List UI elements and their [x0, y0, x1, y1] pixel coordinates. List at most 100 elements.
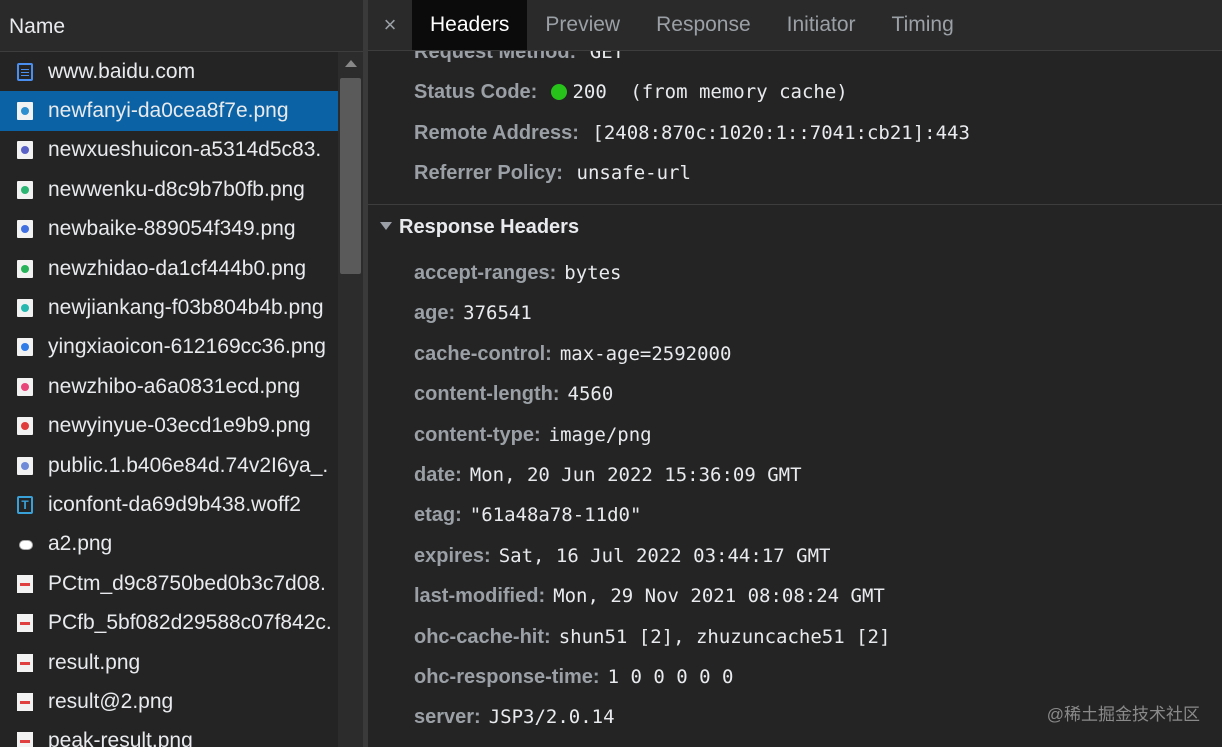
expand-triangle-icon[interactable]	[380, 222, 392, 230]
watermark: @稀土掘金技术社区	[1046, 705, 1200, 724]
request-list-item[interactable]: a2.png	[0, 525, 338, 564]
request-name: newzhidao-da1cf444b0.png	[48, 256, 307, 280]
request-list-item[interactable]: PCtm_d9c8750bed0b3c7d08.	[0, 564, 338, 603]
request-name: newjiankang-f03b804b4b.png	[48, 296, 324, 320]
request-name: newfanyi-da0cea8f7e.png	[48, 99, 289, 123]
image-icon	[17, 692, 33, 711]
header-key: accept-ranges:	[414, 262, 557, 284]
header-value: "61a48a78-11d0"	[469, 504, 642, 527]
request-list-item[interactable]: www.baidu.com	[0, 52, 338, 91]
request-list-item[interactable]: newxueshuicon-a5314d5c83.	[0, 131, 338, 170]
request-name: newbaike-889054f349.png	[48, 217, 296, 241]
response-header-row: age: 376541	[414, 302, 532, 325]
image-icon	[17, 141, 33, 160]
status-code-note: (from memory cache)	[630, 81, 848, 103]
scroll-up-arrow-icon[interactable]	[345, 60, 357, 67]
cloud-image-icon	[17, 535, 33, 553]
details-tab-bar: × Headers Preview Response Initiator Tim…	[368, 0, 1222, 51]
image-icon	[17, 417, 33, 436]
response-headers-title: Response Headers	[399, 216, 580, 238]
header-key: etag:	[414, 504, 462, 527]
image-icon	[17, 377, 33, 396]
response-header-row: ohc-response-time: 1 0 0 0 0 0	[414, 666, 733, 689]
request-name: newxueshuicon-a5314d5c83.	[48, 138, 322, 162]
request-details-panel: × Headers Preview Response Initiator Tim…	[368, 0, 1222, 747]
image-icon	[17, 574, 33, 593]
request-name: peak-result.png	[48, 729, 193, 747]
font-icon: T	[17, 495, 33, 514]
response-header-row: accept-ranges: bytes	[414, 262, 621, 285]
header-key: Status Code:	[414, 81, 538, 103]
header-key: date:	[414, 464, 462, 486]
close-icon[interactable]: ×	[368, 0, 412, 50]
image-icon	[17, 220, 33, 239]
header-value: GET	[589, 51, 625, 63]
request-name: newwenku-d8c9b7b0fb.png	[48, 177, 305, 201]
request-name: newyinyue-03ecd1e9b9.png	[48, 414, 311, 438]
header-key: age:	[414, 302, 456, 325]
request-name: result@2.png	[48, 689, 174, 713]
tab-response[interactable]: Response	[638, 0, 769, 50]
request-list: www.baidu.com newfanyi-da0cea8f7e.png newx…	[0, 52, 338, 747]
request-list-item[interactable]: newjiankang-f03b804b4b.png	[0, 288, 338, 327]
header-value: Sat, 16 Jul 2022 03:44:17 GMT	[498, 544, 831, 567]
request-list-item[interactable]: newyinyue-03ecd1e9b9.png	[0, 407, 338, 446]
scrollbar-thumb[interactable]	[340, 78, 361, 274]
tab-headers[interactable]: Headers	[412, 0, 528, 50]
request-list-item[interactable]: result@2.png	[0, 682, 338, 721]
request-list-scrollbar[interactable]	[338, 52, 363, 747]
response-headers-section-toggle[interactable]: Response Headers	[380, 216, 579, 239]
request-list-item[interactable]: public.1.b406e84d.74v2I6ya_.	[0, 446, 338, 485]
request-list-item[interactable]: peak-result.png	[0, 722, 338, 747]
response-header-row: content-type: image/png	[414, 424, 652, 447]
image-icon	[17, 259, 33, 278]
header-key: content-type:	[414, 423, 541, 446]
response-header-row: ohc-cache-hit: shun51 [2], zhuzuncache51 …	[414, 626, 890, 649]
header-key: content-length:	[414, 383, 560, 406]
request-list-item[interactable]: PCfb_5bf082d29588c07f842c.	[0, 603, 338, 642]
header-value: Mon, 20 Jun 2022 15:36:09 GMT	[469, 464, 802, 486]
name-column-header[interactable]: Name	[0, 0, 363, 52]
tab-timing[interactable]: Timing	[874, 0, 972, 50]
request-name: result.png	[48, 650, 141, 674]
header-key: cache-control:	[414, 342, 552, 365]
tab-initiator[interactable]: Initiator	[769, 0, 874, 50]
image-icon	[17, 653, 33, 672]
status-code-value: 200	[572, 81, 607, 103]
request-list-item[interactable]: result.png	[0, 643, 338, 682]
image-icon	[17, 102, 33, 121]
referrer-policy-row: Referrer Policy: unsafe-url	[414, 162, 691, 185]
request-list-item[interactable]: newbaike-889054f349.png	[0, 210, 338, 249]
response-header-row: expires: Sat, 16 Jul 2022 03:44:17 GMT	[414, 545, 830, 568]
image-icon	[17, 180, 33, 199]
request-name: public.1.b406e84d.74v2I6ya_.	[48, 453, 329, 477]
request-list-item[interactable]: newwenku-d8c9b7b0fb.png	[0, 170, 338, 209]
image-icon	[17, 456, 33, 475]
image-icon	[17, 338, 33, 357]
header-key: Referrer Policy:	[414, 162, 563, 184]
request-list-item[interactable]: Ticonfont-da69d9b438.woff2	[0, 485, 338, 524]
request-name: www.baidu.com	[48, 59, 196, 83]
header-value: [2408:870c:1020:1::7041:cb21]:443	[592, 122, 970, 144]
request-list-item[interactable]: newfanyi-da0cea8f7e.png	[0, 91, 338, 131]
header-value: max-age=2592000	[559, 342, 732, 365]
header-value: 1 0 0 0 0 0	[607, 666, 734, 688]
request-list-item[interactable]: newzhidao-da1cf444b0.png	[0, 249, 338, 288]
request-list-panel: Name www.baidu.com newfanyi-da0cea8f7e.pn…	[0, 0, 363, 747]
request-name: yingxiaoicon-612169cc36.png	[48, 335, 326, 359]
request-name: iconfont-da69d9b438.woff2	[48, 492, 301, 516]
response-header-row: last-modified: Mon, 29 Nov 2021 08:08:24 …	[414, 585, 885, 608]
header-value: unsafe-url	[576, 162, 691, 184]
request-name: a2.png	[48, 532, 113, 556]
header-key: ohc-response-time:	[414, 666, 600, 688]
request-list-item[interactable]: newzhibo-a6a0831ecd.png	[0, 367, 338, 406]
tab-preview[interactable]: Preview	[527, 0, 638, 50]
header-key: ohc-cache-hit:	[414, 625, 551, 648]
response-header-row: server: JSP3/2.0.14	[414, 706, 615, 729]
image-icon	[17, 732, 33, 747]
image-icon	[17, 614, 33, 633]
image-icon	[17, 299, 33, 318]
headers-content: Request Method: GET Status Code: 200 (fr…	[368, 51, 1222, 747]
request-list-item[interactable]: yingxiaoicon-612169cc36.png	[0, 328, 338, 367]
section-separator	[368, 204, 1222, 205]
